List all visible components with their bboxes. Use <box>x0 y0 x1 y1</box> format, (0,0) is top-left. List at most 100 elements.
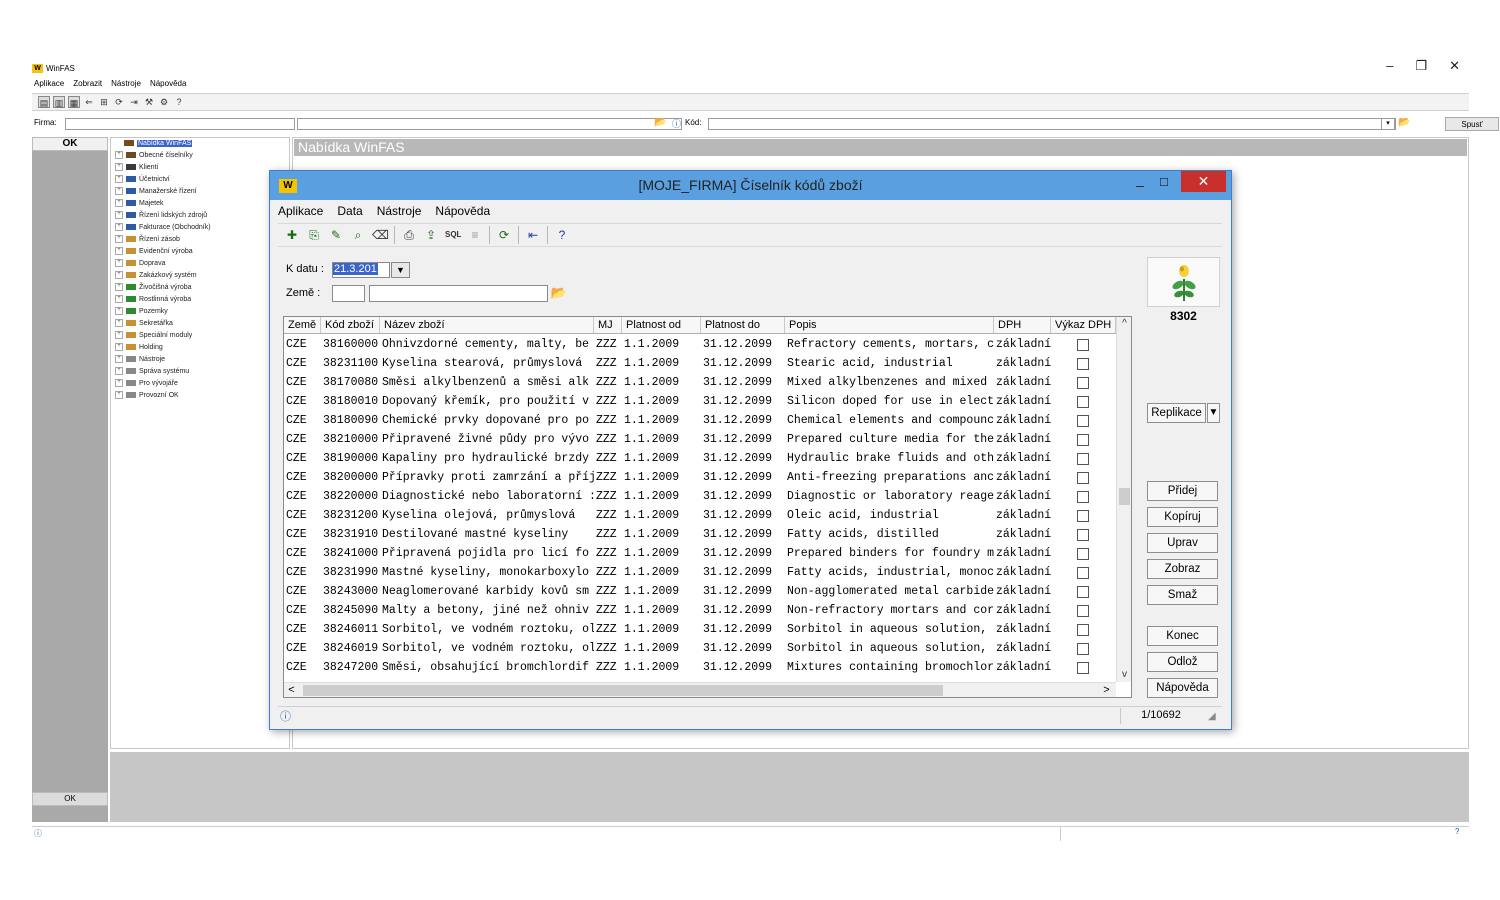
tree-item[interactable]: + Evidenční výroba <box>115 246 289 258</box>
ok-button-top[interactable]: OK <box>32 137 108 151</box>
view-record-icon[interactable]: ⌕ <box>350 227 366 243</box>
table-row[interactable]: CZE 38180090 Chemické prvky dopované pro p… <box>284 411 1114 430</box>
sql-icon[interactable]: SQL <box>445 227 461 243</box>
table-row[interactable]: CZE 38247200 Směsi, obsahující bromchlordi… <box>284 658 1114 677</box>
vykaz-dph-checkbox[interactable] <box>1077 434 1089 446</box>
vykaz-dph-checkbox[interactable] <box>1077 605 1089 617</box>
window-layout-icon[interactable]: ▤ <box>38 96 50 108</box>
konec-button[interactable]: Konec <box>1147 626 1218 646</box>
vykaz-dph-checkbox[interactable] <box>1077 586 1089 598</box>
tree-item[interactable]: + Obecné číselníky <box>115 150 289 162</box>
tree-item[interactable]: + Holding <box>115 342 289 354</box>
resize-grip-icon[interactable]: ◢ <box>1208 711 1216 722</box>
ok-button-bottom[interactable]: OK <box>32 792 108 806</box>
tree-item[interactable]: + Fakturace (Obchodník) <box>115 222 289 234</box>
expand-icon[interactable]: + <box>115 307 123 316</box>
close-icon[interactable]: ✕ <box>1449 58 1460 78</box>
expand-icon[interactable]: + <box>115 283 123 292</box>
refresh-icon[interactable]: ⟳ <box>496 227 512 243</box>
tree-item[interactable]: + Majetek <box>115 198 289 210</box>
tree-item[interactable]: + Správa systému <box>115 366 289 378</box>
expand-icon[interactable]: + <box>115 175 123 184</box>
dialog-minimize-icon[interactable]: – <box>1130 175 1150 195</box>
zobraz-button[interactable]: Zobraz <box>1147 559 1218 579</box>
tree-item[interactable]: + Rostlinná výroba <box>115 294 289 306</box>
vykaz-dph-checkbox[interactable] <box>1077 377 1089 389</box>
tree-item[interactable]: + Provozní OK <box>115 390 289 402</box>
dialog-menu-nastroje[interactable]: Nástroje <box>377 204 422 220</box>
expand-icon[interactable]: + <box>115 379 123 388</box>
grid-icon[interactable]: ⊞ <box>98 96 110 108</box>
napoveda-button[interactable]: Nápověda <box>1147 678 1218 698</box>
dialog-menu-data[interactable]: Data <box>337 204 362 220</box>
tree-item[interactable]: + Manažerské řízení <box>115 186 289 198</box>
replikace-dropdown-icon[interactable]: ▼ <box>1207 403 1220 423</box>
help-icon[interactable]: ? <box>554 227 570 243</box>
window-tile-icon[interactable]: ▥ <box>53 96 65 108</box>
vykaz-dph-checkbox[interactable] <box>1077 662 1089 674</box>
kod-field[interactable] <box>708 118 1396 130</box>
tree-item[interactable]: + Zakázkový systém <box>115 270 289 282</box>
eraser-icon[interactable]: ⌫ <box>372 227 389 243</box>
status-help-icon[interactable]: ? <box>1455 827 1459 836</box>
smaz-button[interactable]: Smaž <box>1147 585 1218 605</box>
vykaz-dph-checkbox[interactable] <box>1077 510 1089 522</box>
vykaz-dph-checkbox[interactable] <box>1077 491 1089 503</box>
tree-item[interactable]: + Pozemky <box>115 306 289 318</box>
tree-root-icon[interactable] <box>115 140 121 146</box>
table-row[interactable]: CZE 38231200 Kyselina olejová, průmyslová Z… <box>284 506 1114 525</box>
col-mj[interactable]: MJ <box>594 317 622 333</box>
vykaz-dph-checkbox[interactable] <box>1077 624 1089 636</box>
tree-item[interactable]: + Sekretářka <box>115 318 289 330</box>
tree-item[interactable]: + Živočišná výroba <box>115 282 289 294</box>
menu-zobrazit[interactable]: Zobrazit <box>73 79 102 91</box>
open-folder-icon-2[interactable]: 📂 <box>1398 117 1410 128</box>
vykaz-dph-checkbox[interactable] <box>1077 453 1089 465</box>
expand-icon[interactable]: + <box>115 223 123 232</box>
dialog-menu-napoveda[interactable]: Nápověda <box>435 204 490 220</box>
kopiruj-button[interactable]: Kopíruj <box>1147 507 1218 527</box>
expand-icon[interactable]: + <box>115 211 123 220</box>
col-dph[interactable]: DPH <box>994 317 1051 333</box>
table-row[interactable]: CZE 38220000 Diagnostické nebo laboratorní… <box>284 487 1114 506</box>
tree-item[interactable]: Nabídka WinFAS <box>115 138 289 150</box>
col-vykaz-dph[interactable]: Výkaz DPH <box>1051 317 1116 333</box>
table-row[interactable]: CZE 38245090 Malty a betony, jiné než ohni… <box>284 601 1114 620</box>
table-row[interactable]: CZE 38246011 Sorbitol, ve vodném roztoku, … <box>284 620 1114 639</box>
menu-aplikace[interactable]: Aplikace <box>34 79 64 91</box>
table-row[interactable]: CZE 38180010 Dopovaný křemík, pro použití … <box>284 392 1114 411</box>
table-row[interactable]: CZE 38241000 Připravená pojidla pro licí f… <box>284 544 1114 563</box>
tree-item[interactable]: + Účetnictví <box>115 174 289 186</box>
odloz-button[interactable]: Odlož <box>1147 652 1218 672</box>
horizontal-scroll-thumb[interactable] <box>303 685 943 696</box>
expand-icon[interactable]: + <box>115 271 123 280</box>
menu-nastroje[interactable]: Nástroje <box>111 79 141 91</box>
expand-icon[interactable]: + <box>115 295 123 304</box>
table-row[interactable]: CZE 38160000 Ohnivzdorné cementy, malty, b… <box>284 335 1114 354</box>
tree-item[interactable]: + Řízení lidských zdrojů <box>115 210 289 222</box>
filter-icon[interactable]: ≡ <box>467 227 483 243</box>
copy-record-icon[interactable]: ⎘ <box>306 227 322 243</box>
firma-name-field[interactable] <box>297 118 682 130</box>
zeme-name-field[interactable] <box>369 285 548 302</box>
tree-item[interactable]: + Řízení zásob <box>115 234 289 246</box>
expand-icon[interactable]: + <box>115 343 123 352</box>
col-kod-zbozi[interactable]: Kód zboží <box>321 317 380 333</box>
vykaz-dph-checkbox[interactable] <box>1077 415 1089 427</box>
table-row[interactable]: CZE 38231100 Kyselina stearová, průmyslová… <box>284 354 1114 373</box>
tree-item[interactable]: + Pro vývojáře <box>115 378 289 390</box>
expand-icon[interactable]: + <box>115 355 123 364</box>
vertical-scrollbar[interactable]: ^ v <box>1116 317 1131 682</box>
uprav-button[interactable]: Uprav <box>1147 533 1218 553</box>
tools-icon[interactable]: ⚒ <box>143 96 155 108</box>
zeme-code-field[interactable] <box>332 285 365 302</box>
horizontal-scrollbar[interactable]: < > <box>284 682 1116 697</box>
vykaz-dph-checkbox[interactable] <box>1077 472 1089 484</box>
table-row[interactable]: CZE 38170080 Směsi alkylbenzenů a směsi al… <box>284 373 1114 392</box>
scroll-down-icon[interactable]: v <box>1117 668 1131 682</box>
expand-icon[interactable]: + <box>115 235 123 244</box>
edit-record-icon[interactable]: ✎ <box>328 227 344 243</box>
minimize-icon[interactable]: – <box>1386 58 1393 78</box>
firma-code-field[interactable] <box>65 118 295 130</box>
table-row[interactable]: CZE 38231910 Destilované mastné kyseliny ZZ… <box>284 525 1114 544</box>
